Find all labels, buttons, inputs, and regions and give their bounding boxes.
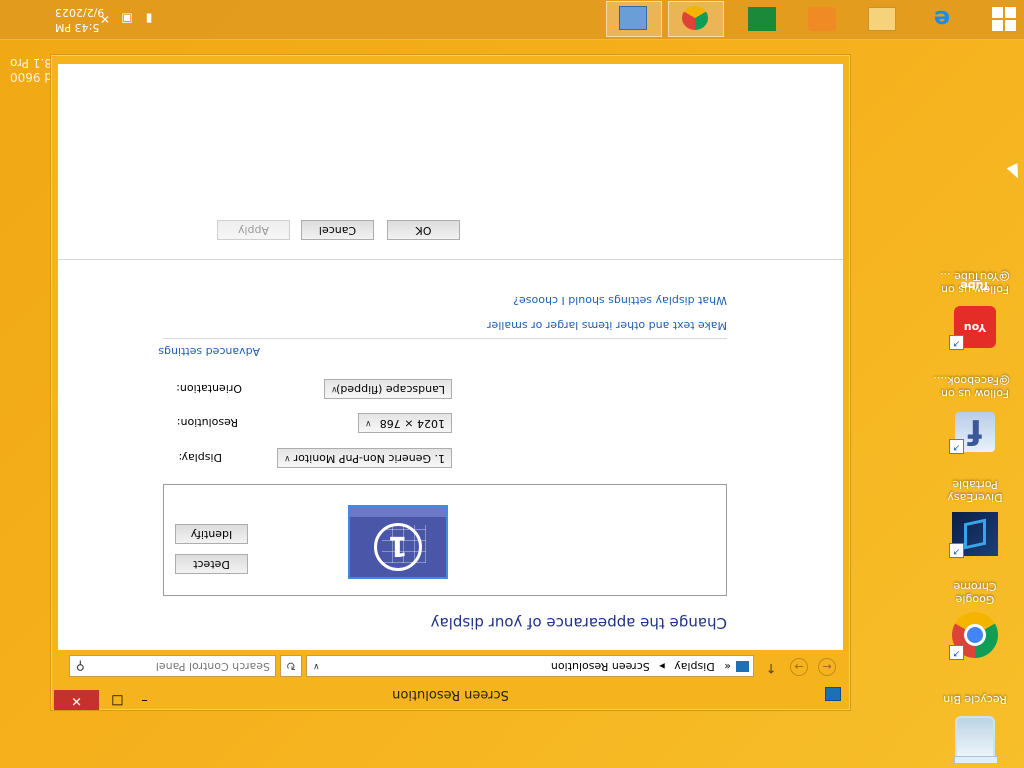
close-button[interactable]: ✕ [54,690,99,710]
divider [163,338,727,339]
store-icon [748,7,776,31]
taskbar-screen-resolution[interactable] [606,1,662,37]
forward-button[interactable]: → [790,658,808,676]
desktop-icon-label: Follow us on @Facebook.... [933,374,1010,400]
refresh-button[interactable]: ↻ [280,655,302,677]
drivereasy-icon: ↗ [949,508,999,558]
back-button[interactable]: ← [818,658,836,676]
internet-explorer-icon: e [933,5,951,33]
folder-icon [868,7,896,31]
desktop-icon-label: DiverEasy Portable [947,478,1003,504]
taskbar-file-explorer[interactable] [854,1,910,37]
chevron-down-icon: ∨ [331,384,338,394]
desktop-icon-youtube[interactable]: You Tube↗ Follow us on @YouTube ... [940,270,1010,350]
taskbar: e ▮ ▣ ✕ 5:43 PM 9/2/2023 [0,0,1024,40]
breadcrumb-display[interactable]: Display [674,660,715,673]
minimize-button[interactable]: – [131,690,158,710]
identify-button[interactable]: Identify [175,524,248,544]
cancel-button[interactable]: Cancel [301,220,374,240]
window-title-bar[interactable]: Screen Resolution – □ ✕ [51,678,850,710]
shortcut-arrow-icon: ↗ [949,645,964,660]
taskbar-google-chrome[interactable] [668,1,724,37]
display-select[interactable]: 1. Generic Non-PnP Monitor ∨ [277,448,452,468]
resolution-label: Resolution: [176,416,238,429]
content-pane: Change the appearance of your display 1 … [58,64,843,650]
window-title: Screen Resolution [392,687,509,702]
breadcrumb-screen-resolution[interactable]: Screen Resolution [551,660,650,673]
desktop-icon-facebook[interactable]: f ↗ Follow us on @Facebook.... [933,374,1010,454]
clock-date: 9/2/2023 [55,6,105,19]
shortcut-arrow-icon: ↗ [949,335,964,350]
shortcut-arrow-icon: ↗ [949,439,964,454]
text-size-link[interactable]: Make text and other items larger or smal… [487,319,727,332]
ok-button[interactable]: OK [387,220,460,240]
control-panel-icon [736,661,749,672]
address-dropdown-icon[interactable]: ∨ [313,656,320,676]
screen-resolution-window: Screen Resolution – □ ✕ ← → ↑ « Display … [50,54,851,711]
monitor-1-thumbnail[interactable]: 1 [348,505,448,579]
desktop-icon-recycle-bin[interactable]: Recycle Bin [940,693,1010,762]
taskbar-clock[interactable]: 5:43 PM 9/2/2023 [55,5,104,35]
start-button[interactable] [992,7,1016,31]
desktop-icon-google-chrome[interactable]: ↗ Google Chrome [940,580,1010,660]
clock-time: 5:43 PM [55,21,100,34]
youtube-icon: You Tube ↗ [949,279,999,350]
chrome-icon: ↗ [949,610,999,660]
orientation-select[interactable]: Landscape (flipped) ∨ [324,379,452,399]
taskbar-internet-explorer[interactable]: e [914,1,970,37]
search-icon: ⚲ [76,659,85,673]
taskbar-media-player[interactable] [794,1,850,37]
address-bar[interactable]: « Display ▸ Screen Resolution ∨ [306,655,754,677]
network-icon[interactable]: ▮ [142,12,156,26]
taskbar-store[interactable] [734,1,790,37]
up-button[interactable]: ↑ [764,658,778,676]
desktop: Recycle Bin ↗ Google Chrome ↗ DiverEasy … [0,0,1024,768]
breadcrumb-overflow[interactable]: « [724,660,731,673]
desktop-icon-label: Recycle Bin [943,693,1007,706]
media-player-icon [808,7,836,31]
monitor-preview-panel: 1 Detect Identify [163,484,727,596]
search-input[interactable]: Search Control Panel ⚲ [69,655,276,677]
recycle-bin-icon [951,710,999,758]
shortcut-arrow-icon: ↗ [949,543,964,558]
divider [58,259,843,260]
power-icon[interactable]: ▣ [120,12,134,26]
display-label: Display: [178,451,222,464]
orientation-label: Orientation: [176,382,242,395]
control-panel-icon [619,6,647,30]
monitor-number: 1 [374,523,422,571]
detect-button[interactable]: Detect [175,554,248,574]
address-bar-row: ← → ↑ « Display ▸ Screen Resolution ∨ ↻ … [61,652,842,680]
desktop-icon-drivereasy[interactable]: ↗ DiverEasy Portable [940,478,1010,558]
maximize-button[interactable]: □ [104,690,131,710]
resolution-select[interactable]: 1024 × 768 ∨ [358,413,452,433]
system-tray: ▮ ▣ ✕ [96,0,156,39]
advanced-settings-link[interactable]: Advanced settings [158,345,260,358]
chrome-icon [682,6,708,30]
chevron-down-icon: ∨ [365,418,372,428]
breadcrumb-arrow-icon[interactable]: ▸ [659,660,665,673]
facebook-icon: f ↗ [949,404,999,454]
search-placeholder: Search Control Panel [155,660,270,673]
chevron-down-icon: ∨ [284,453,291,463]
page-title: Change the appearance of your display [430,614,727,632]
mouse-cursor-icon [1006,163,1024,181]
desktop-icon-label: Google Chrome [953,580,997,606]
apply-button[interactable]: Apply [217,220,290,240]
display-help-link[interactable]: What display settings should I choose? [513,294,727,307]
